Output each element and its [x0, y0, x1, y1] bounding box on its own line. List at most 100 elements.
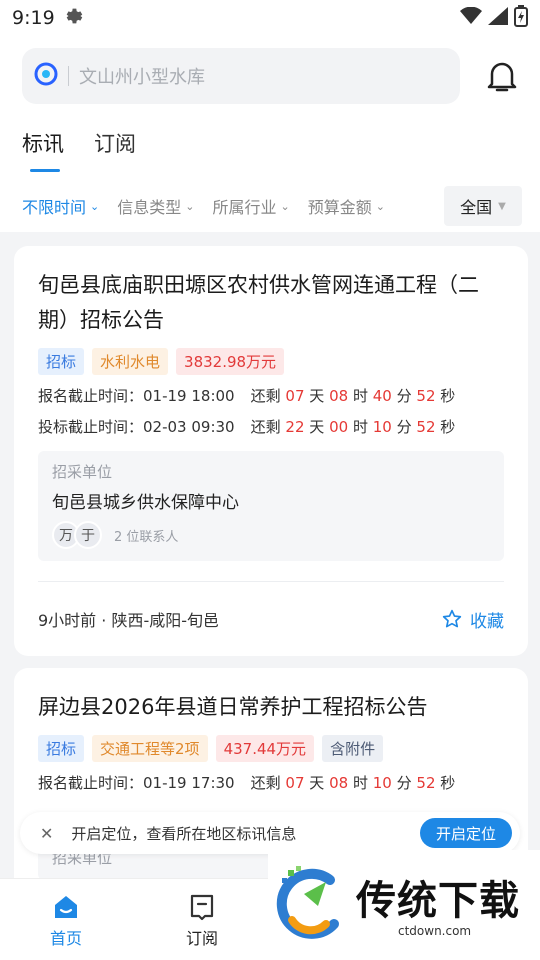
unit-second: 秒 [440, 387, 456, 405]
status-bar: 9:19 [0, 0, 540, 36]
nav-home[interactable]: 首页 [36, 893, 96, 949]
close-icon[interactable]: ✕ [40, 824, 53, 843]
search-input[interactable]: 文山州小型水库 [22, 48, 460, 104]
remain-seconds: 52 [416, 774, 436, 792]
signup-deadline: 报名截止时间：01-19 18:00 还剩 07 天 08 时 40 分 52 秒 [38, 385, 504, 406]
tag-budget: 437.44万元 [215, 735, 315, 762]
chevron-down-icon: ⌄ [280, 199, 290, 213]
filter-industry-label: 所属行业 [212, 198, 277, 217]
caret-down-icon: ▼ [498, 200, 506, 212]
chevron-down-icon: ⌄ [90, 199, 100, 213]
location-prompt-text: 开启定位，查看所在地区标讯信息 [71, 824, 297, 843]
enable-location-button[interactable]: 开启定位 [419, 818, 512, 848]
remain-label: 还剩 [250, 774, 281, 792]
watermark-title: 传统下载 [356, 878, 520, 924]
gear-icon [63, 5, 85, 32]
unit-second: 秒 [440, 418, 456, 436]
search-separator [68, 66, 69, 86]
remain-minutes: 10 [372, 418, 392, 436]
unit-name: 旬邑县城乡供水保障中心 [52, 493, 239, 513]
card-title: 屏边县2026年县道日常养护工程招标公告 [38, 695, 428, 719]
status-time: 9:19 [12, 7, 55, 29]
remain-seconds: 52 [416, 387, 436, 405]
header: 文山州小型水库 标讯 订阅 不限时间 ⌄ 信息类型 ⌄ 所属行业 ⌄ 预算金额 ⌄ 全国… [0, 36, 540, 232]
remain-hours: 00 [329, 418, 349, 436]
bell-icon[interactable] [482, 56, 522, 96]
deadline-date: 01-19 17:30 [143, 774, 235, 792]
star-icon [442, 609, 462, 628]
remain-days: 07 [285, 774, 305, 792]
filter-time[interactable]: 不限时间 ⌄ [22, 194, 99, 218]
procurement-unit[interactable]: 招采单位 旬邑县城乡供水保障中心 万 于 2 位联系人 [38, 451, 504, 561]
search-placeholder: 文山州小型水库 [79, 67, 205, 88]
unit-minute: 分 [396, 387, 412, 405]
contacts-row[interactable]: 万 于 2 位联系人 [52, 521, 490, 549]
watermark-logo-icon [276, 866, 339, 939]
location-prompt: ✕ 开启定位，查看所在地区标讯信息 开启定位 [20, 812, 520, 854]
bookmark-icon [190, 894, 214, 921]
watermark-url: ctdown.com [398, 924, 472, 938]
tag-industry: 交通工程等2项 [92, 735, 208, 762]
contacts-count: 2 位联系人 [114, 529, 179, 545]
unit-hour: 时 [352, 418, 368, 436]
filter-industry[interactable]: 所属行业 ⌄ [212, 194, 289, 218]
bid-deadline: 投标截止时间：02-03 09:30 还剩 22 天 00 时 10 分 52 秒 [38, 416, 504, 437]
filter-budget[interactable]: 预算金额 ⌄ [308, 194, 385, 218]
unit-label: 招采单位 [52, 463, 113, 481]
nav-home-label: 首页 [49, 929, 82, 948]
favorite-label: 收藏 [470, 611, 504, 632]
unit-day: 天 [309, 774, 325, 792]
favorite-button[interactable]: 收藏 [442, 607, 504, 632]
bid-card[interactable]: 旬邑县底庙职田塬区农村供水管网连通工程（二期）招标公告 招标 水利水电 3832… [14, 246, 528, 656]
unit-hour: 时 [352, 387, 368, 405]
remain-label: 还剩 [250, 387, 281, 405]
unit-hour: 时 [352, 774, 368, 792]
region-label: 全国 [460, 198, 493, 217]
card-meta: 9小时前 · 陕西-咸阳-旬邑 [38, 611, 219, 630]
tab-bids[interactable]: 标讯 [22, 128, 64, 172]
card-title: 旬邑县底庙职田塬区农村供水管网连通工程（二期）招标公告 [38, 273, 479, 332]
region-select[interactable]: 全国 ▼ [444, 186, 522, 226]
remain-hours: 08 [329, 387, 349, 405]
filter-info-type[interactable]: 信息类型 ⌄ [117, 194, 194, 218]
deadline-date: 02-03 09:30 [143, 418, 235, 436]
deadline-label: 投标截止时间： [38, 418, 144, 436]
unit-minute: 分 [396, 774, 412, 792]
deadline-label: 报名截止时间： [38, 774, 144, 792]
unit-day: 天 [309, 418, 325, 436]
filter-info-type-label: 信息类型 [117, 198, 182, 217]
card-tags: 招标 交通工程等2项 437.44万元 含附件 [38, 735, 504, 762]
remain-hours: 08 [329, 774, 349, 792]
remain-minutes: 10 [372, 774, 392, 792]
tag-type: 招标 [38, 735, 85, 762]
chevron-down-icon: ⌄ [375, 199, 385, 213]
battery-icon [514, 4, 528, 32]
tag-industry: 水利水电 [92, 348, 169, 375]
card-tags: 招标 水利水电 3832.98万元 [38, 348, 504, 375]
unit-minute: 分 [396, 418, 412, 436]
remain-days: 07 [285, 387, 305, 405]
unit-day: 天 [309, 387, 325, 405]
app-logo-icon [34, 62, 58, 90]
remain-seconds: 52 [416, 418, 436, 436]
avatar: 于 [74, 521, 102, 549]
nav-subscribe[interactable]: 订阅 [172, 893, 232, 949]
chevron-down-icon: ⌄ [185, 199, 195, 213]
filter-bar: 不限时间 ⌄ 信息类型 ⌄ 所属行业 ⌄ 预算金额 ⌄ 全国 ▼ [22, 186, 522, 226]
tab-bar: 标讯 订阅 [22, 128, 136, 172]
card-footer: 9小时前 · 陕西-咸阳-旬邑 收藏 [38, 582, 504, 656]
nav-subscribe-label: 订阅 [185, 929, 218, 948]
home-icon [55, 896, 77, 918]
tab-subscribe[interactable]: 订阅 [94, 128, 136, 172]
wifi-icon [460, 6, 482, 30]
remain-label: 还剩 [250, 418, 281, 436]
deadline-label: 报名截止时间： [38, 387, 144, 405]
unit-second: 秒 [440, 774, 456, 792]
signal-icon [488, 6, 508, 30]
deadline-date: 01-19 18:00 [143, 387, 235, 405]
remain-minutes: 40 [372, 387, 392, 405]
tag-attachment: 含附件 [322, 735, 384, 762]
tag-budget: 3832.98万元 [176, 348, 285, 375]
filter-time-label: 不限时间 [22, 198, 87, 217]
signup-deadline: 报名截止时间：01-19 17:30 还剩 07 天 08 时 10 分 52 秒 [38, 772, 504, 793]
